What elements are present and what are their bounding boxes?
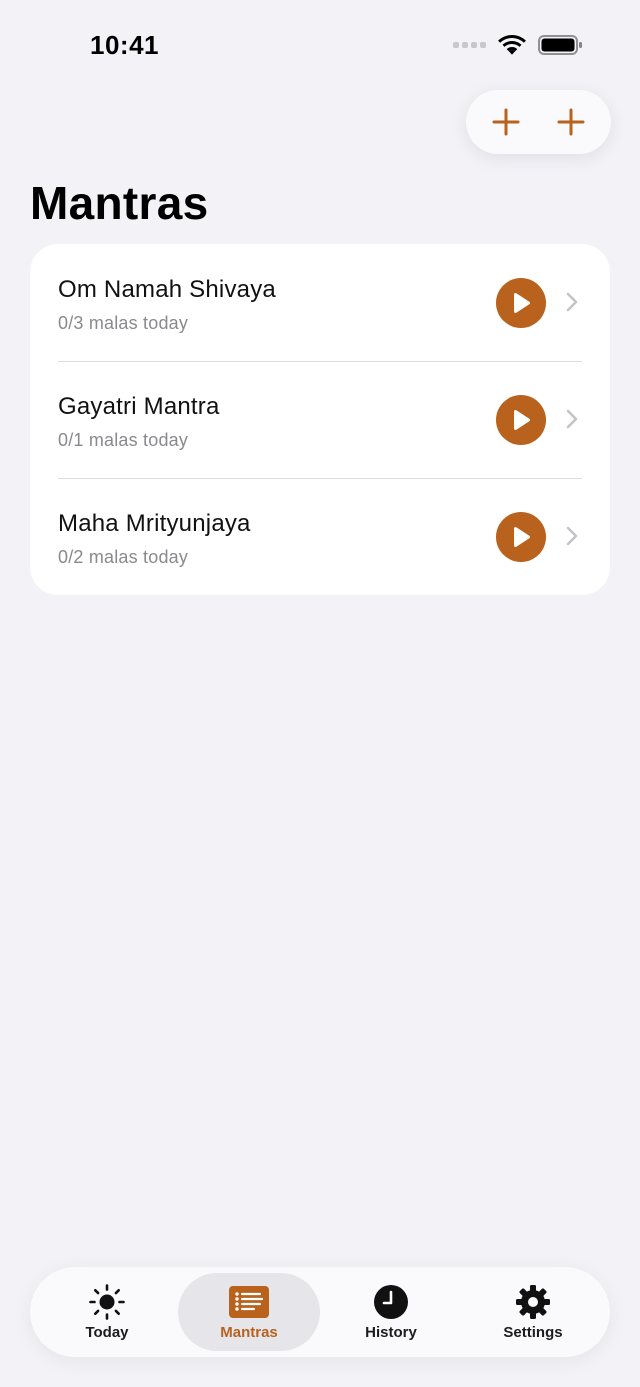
page-title: Mantras [30,177,209,229]
mantra-text: Gayatri Mantra 0/1 malas today [58,393,220,451]
clock-icon [373,1284,409,1320]
play-icon [513,409,531,431]
mantra-row-om-namah-shivaya[interactable]: Om Namah Shivaya 0/3 malas today [30,244,610,361]
mantra-text: Maha Mrityunjaya 0/2 malas today [58,510,251,568]
status-icons [453,34,584,56]
mantra-title: Om Namah Shivaya [58,276,276,303]
chevron-right-icon [566,292,578,312]
tab-today[interactable]: Today [36,1273,178,1351]
status-time: 10:41 [90,30,159,60]
chevron-right-icon [566,409,578,429]
add-button[interactable] [480,96,532,148]
tab-label: Mantras [220,1323,278,1341]
mantra-row-gayatri-mantra[interactable]: Gayatri Mantra 0/1 malas today [30,361,610,478]
tab-label: Today [85,1323,129,1341]
header-actions [466,90,611,154]
mantra-progress: 0/3 malas today [58,313,189,333]
wifi-icon [498,35,526,55]
chevron-right-icon [566,526,578,546]
mantra-text: Om Namah Shivaya 0/3 malas today [58,276,276,334]
mantra-row-maha-mrityunjaya[interactable]: Maha Mrityunjaya 0/2 malas today [30,478,610,595]
mantra-title: Maha Mrityunjaya [58,510,251,537]
status-bar: 10:41 [0,0,640,92]
play-icon [513,526,531,548]
play-button[interactable] [496,395,546,445]
mantra-list: Om Namah Shivaya 0/3 malas today Gayatri… [30,244,610,595]
list-icon [229,1284,269,1320]
mantra-progress: 0/1 malas today [58,430,189,450]
sun-icon [88,1283,126,1320]
battery-icon [538,35,582,55]
mantra-progress: 0/2 malas today [58,547,189,567]
plus-icon [557,108,585,136]
tab-bar: Today Mantras History Settings [30,1267,610,1357]
gear-icon [515,1284,551,1320]
tab-history[interactable]: History [320,1273,462,1351]
tab-label: History [365,1323,417,1341]
tab-label: Settings [503,1323,563,1341]
play-button[interactable] [496,512,546,562]
tab-settings[interactable]: Settings [462,1273,604,1351]
play-button[interactable] [496,278,546,328]
play-icon [513,292,531,314]
cellular-signal-icon [453,42,486,48]
add-button-secondary[interactable] [545,96,597,148]
tab-mantras[interactable]: Mantras [178,1273,320,1351]
mantra-title: Gayatri Mantra [58,393,220,420]
plus-icon [492,108,520,136]
